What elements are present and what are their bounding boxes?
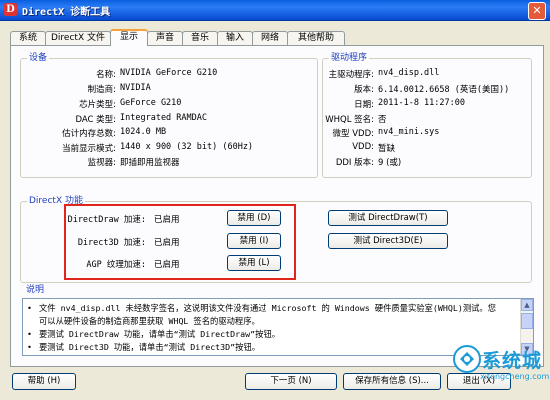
driver-version-value: 6.14.0012.6658 (英语(美国)) — [378, 85, 510, 95]
test-directdraw-button[interactable]: 测试 DirectDraw(T) — [328, 210, 448, 226]
bullet-icon: • — [27, 329, 32, 339]
device-name-value: NVIDIA GeForce G210 — [120, 68, 218, 78]
tab-network[interactable]: 网络 — [252, 31, 288, 45]
device-monitor-label: 监视器: — [87, 158, 116, 168]
driver-ddi-label: DDI 版本: — [335, 158, 374, 168]
next-page-button[interactable]: 下一页 (N) — [245, 373, 337, 390]
tab-sound[interactable]: 声音 — [147, 31, 183, 45]
xitongcheng-logo-icon — [453, 345, 481, 373]
direct3d-accel-status: 已启用 — [154, 238, 180, 248]
help-button[interactable]: 帮助 (H) — [12, 373, 76, 390]
driver-minivdd-label: 微型 VDD: — [332, 129, 374, 139]
close-button[interactable]: ✕ — [528, 2, 546, 20]
driver-date-value: 2011-1-8 11:27:00 — [378, 98, 465, 108]
device-mode-value: 1440 x 900 (32 bit) (60Hz) — [120, 142, 254, 152]
driver-whql-label: WHQL 签名: — [325, 115, 374, 125]
disable-directdraw-button[interactable]: 禁用 (D) — [227, 210, 281, 226]
device-memory-value: 1024.0 MB — [120, 127, 167, 137]
test-direct3d-button[interactable]: 测试 Direct3D(E) — [328, 233, 448, 249]
notes-title: 说明 — [24, 284, 47, 296]
driver-group-title: 驱动程序 — [329, 52, 370, 64]
tab-music[interactable]: 音乐 — [182, 31, 218, 45]
device-chip-value: GeForce G210 — [120, 98, 182, 108]
device-dac-label: DAC 类型: — [75, 115, 116, 125]
title-bar[interactable]: D DirectX 诊断工具 ✕ — [0, 0, 550, 21]
driver-version-label: 版本: — [354, 85, 374, 95]
directdraw-accel-label: DirectDraw 加速: — [67, 215, 146, 225]
disable-agp-button[interactable]: 禁用 (L) — [227, 255, 281, 271]
window-title: DirectX 诊断工具 — [22, 7, 111, 18]
note-line-2: 可以从硬件设备的制造商那里获取 WHQL 签名的驱动程序。 — [39, 316, 260, 326]
agp-accel-label: AGP 纹理加速: — [86, 260, 146, 270]
driver-ddi-value: 9 (或) — [378, 158, 402, 168]
driver-vdd-label: VDD: — [352, 142, 374, 152]
directdraw-accel-status: 已启用 — [154, 215, 180, 225]
device-maker-label: 制造商: — [87, 85, 116, 95]
driver-main-value: nv4_disp.dll — [378, 68, 440, 78]
scroll-up-icon[interactable]: ▲ — [521, 299, 533, 311]
scroll-thumb[interactable] — [521, 313, 533, 329]
device-mode-label: 当前显示模式: — [62, 144, 116, 154]
driver-vdd-value: 暂缺 — [378, 144, 396, 154]
driver-minivdd-value: nv4_mini.sys — [378, 127, 440, 137]
bullet-icon: • — [27, 342, 32, 352]
note-line-3: • 要测试 DirectDraw 功能，请单击“测试 DirectDraw”按钮。 — [27, 329, 281, 339]
driver-date-label: 日期: — [354, 100, 374, 110]
tab-display[interactable]: 显示 — [110, 29, 148, 46]
agp-accel-status: 已启用 — [154, 260, 180, 270]
device-chip-label: 芯片类型: — [79, 100, 116, 110]
bullet-icon: • — [27, 303, 32, 313]
save-all-info-button[interactable]: 保存所有信息 (S)... — [343, 373, 441, 390]
device-maker-value: NVIDIA — [120, 83, 151, 93]
device-dac-value: Integrated RAMDAC — [120, 113, 207, 123]
disable-direct3d-button[interactable]: 禁用 (I) — [227, 233, 281, 249]
device-group-title: 设备 — [27, 52, 50, 64]
dxdiag-window: D DirectX 诊断工具 ✕ 系统 DirectX 文件 显示 声音 音乐 … — [0, 0, 550, 400]
directx-app-icon: D — [4, 3, 17, 16]
tab-more-help[interactable]: 其他帮助 — [287, 31, 345, 45]
driver-whql-value: 否 — [378, 115, 387, 125]
device-monitor-value: 即插即用监视器 — [120, 158, 180, 168]
note-line-4: • 要测试 Direct3D 功能，请单击“测试 Direct3D”按钮。 — [27, 342, 261, 352]
watermark-url: xitongcheng.com — [480, 372, 550, 381]
note-line-1: • 文件 nv4_disp.dll 未经数字签名，这说明该文件没有通过 Micro… — [27, 303, 497, 313]
tab-system[interactable]: 系统 — [10, 31, 46, 45]
direct3d-accel-label: Direct3D 加速: — [77, 238, 146, 248]
tab-directx-files[interactable]: DirectX 文件 — [45, 31, 111, 45]
watermark-brand: 系统城 — [482, 350, 543, 372]
tab-input[interactable]: 输入 — [217, 31, 253, 45]
device-memory-label: 估计内存总数: — [62, 129, 116, 139]
device-name-label: 名称: — [96, 70, 116, 80]
watermark: 系统城 xitongcheng.com — [452, 340, 550, 400]
driver-main-label: 主驱动程序: — [328, 70, 374, 80]
